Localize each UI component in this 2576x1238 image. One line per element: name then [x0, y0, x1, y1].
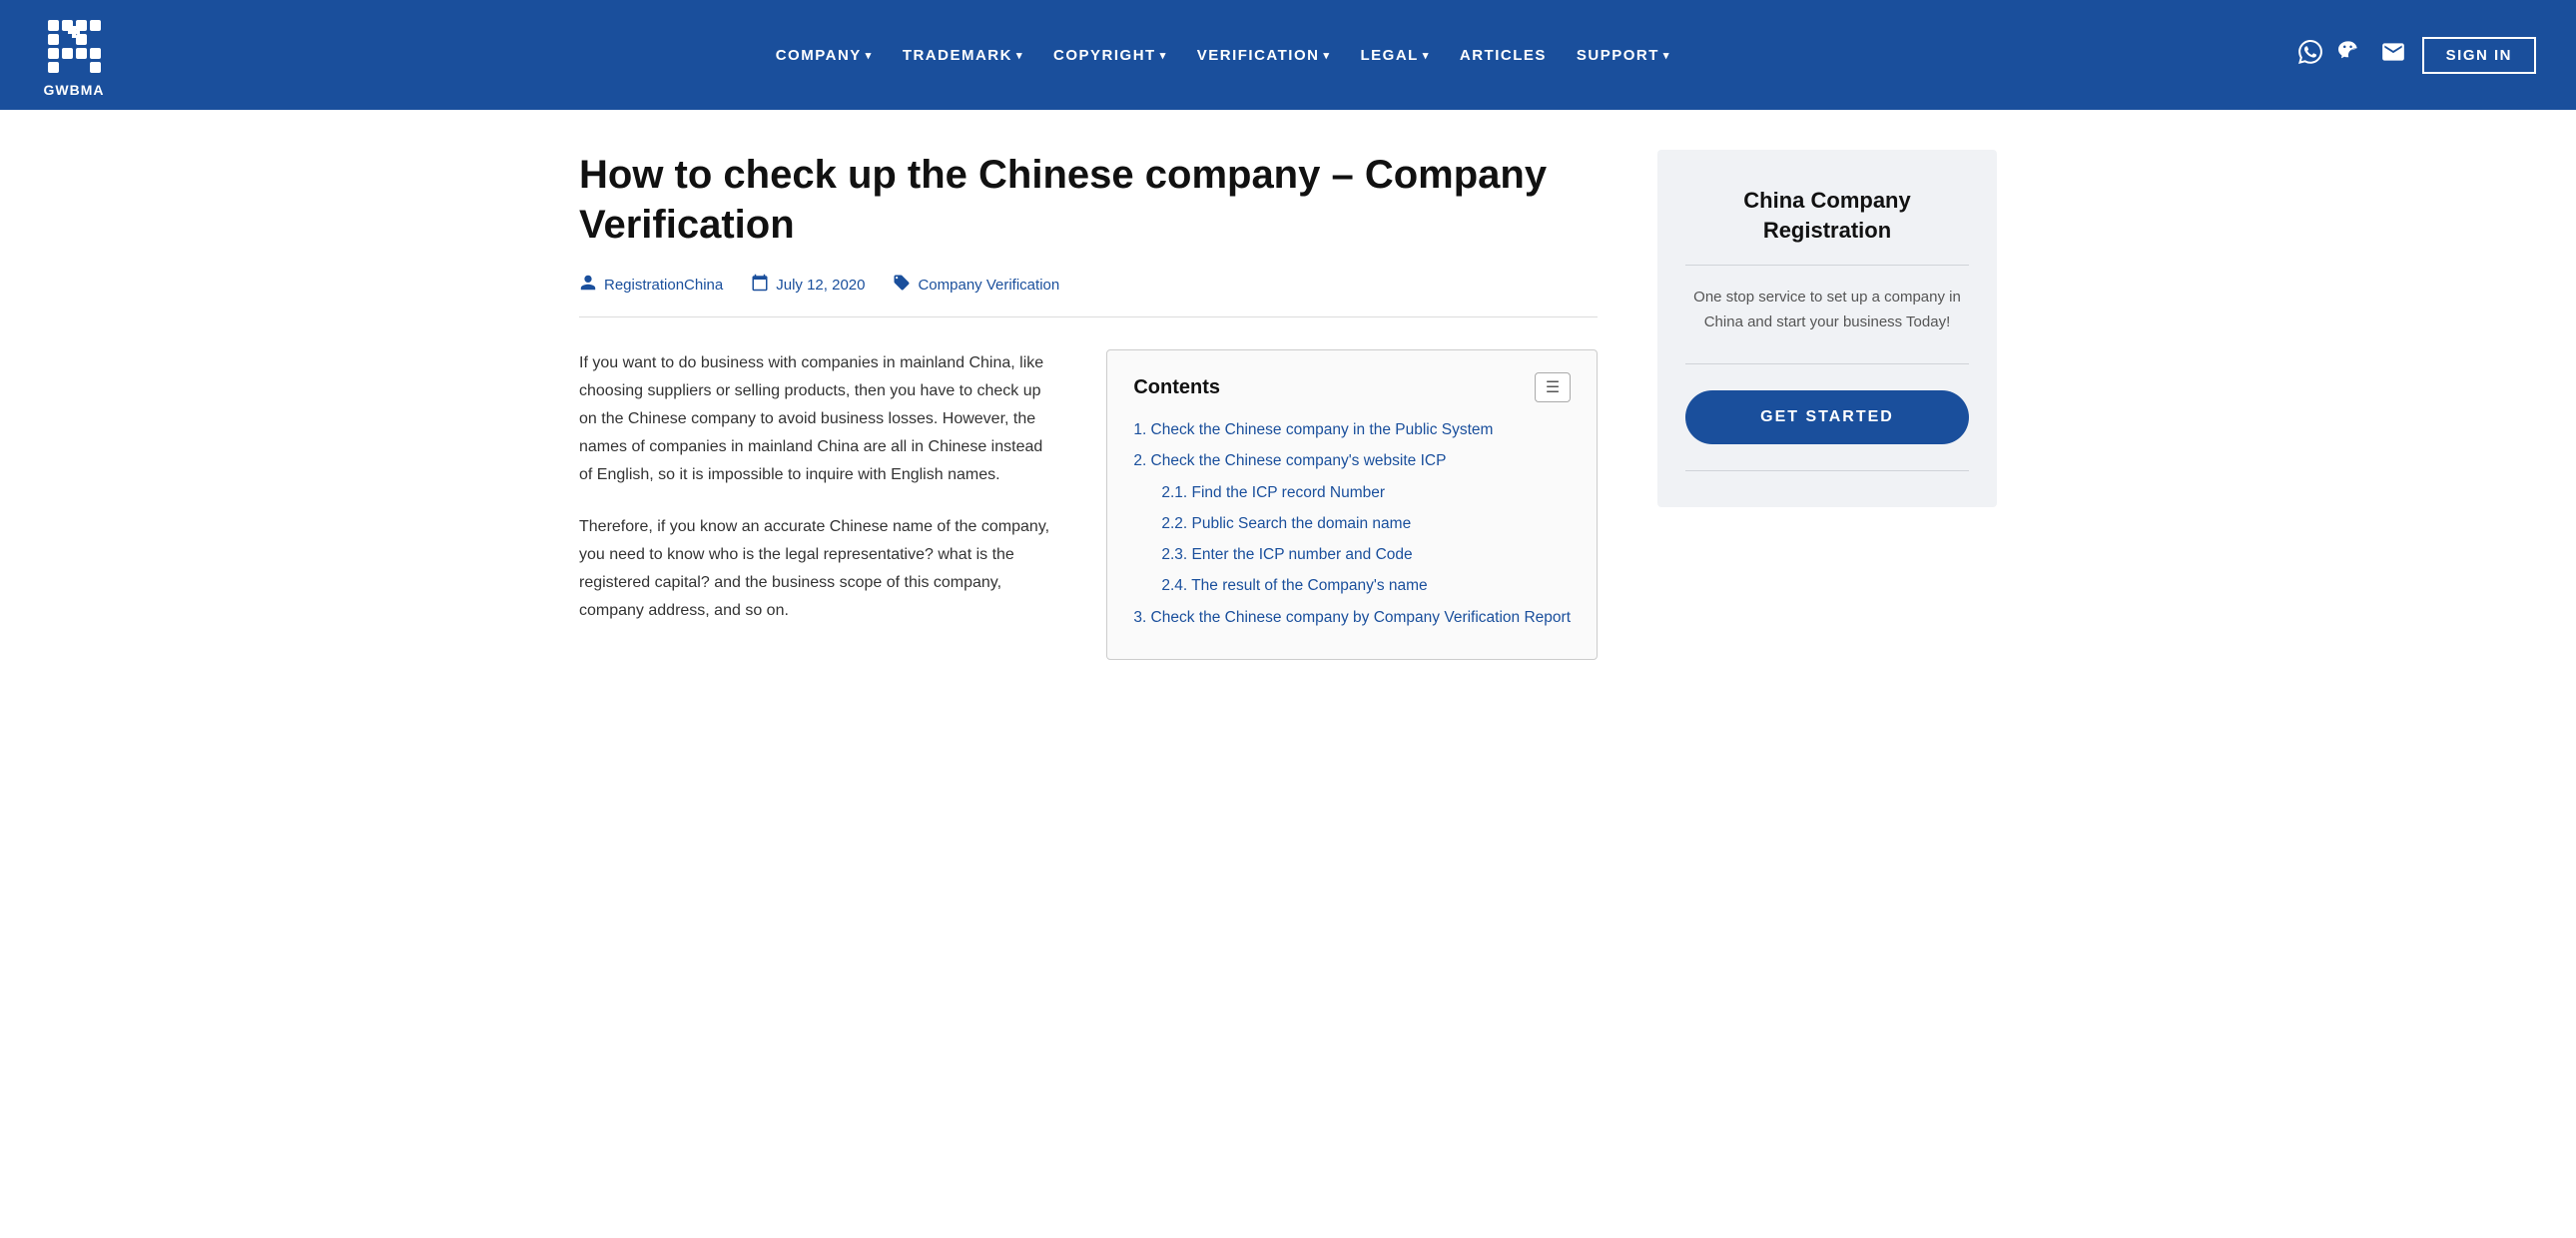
nav-company[interactable]: COMPANY ▾ [764, 39, 885, 72]
meta-date: July 12, 2020 [751, 274, 865, 297]
trademark-chevron-icon: ▾ [1016, 49, 1023, 62]
sidebar-divider-3 [1685, 470, 1969, 471]
article-paragraph-1: If you want to do business with companie… [579, 349, 1056, 489]
company-chevron-icon: ▾ [866, 49, 873, 62]
sidebar-divider-2 [1685, 363, 1969, 364]
toc-item-1: 1. Check the Chinese company in the Publ… [1133, 418, 1571, 441]
logo[interactable]: GWBMA [40, 12, 108, 98]
copyright-chevron-icon: ▾ [1160, 49, 1167, 62]
publish-date: July 12, 2020 [776, 277, 865, 294]
site-header: GWBMA COMPANY ▾ TRADEMARK ▾ COPYRIGHT ▾ … [0, 0, 2576, 110]
toc-item-2: 2. Check the Chinese company's website I… [1133, 449, 1571, 472]
toc-link-2-1[interactable]: 2.1. Find the ICP record Number [1161, 484, 1385, 501]
toc-link-2-4[interactable]: 2.4. The result of the Company's name [1161, 577, 1427, 594]
nav-copyright[interactable]: COPYRIGHT ▾ [1041, 39, 1179, 72]
nav-articles[interactable]: ARTICLES [1448, 39, 1559, 72]
author-name: RegistrationChina [604, 277, 723, 294]
toc-list: 1. Check the Chinese company in the Publ… [1133, 418, 1571, 629]
sidebar-divider [1685, 265, 1969, 266]
article-paragraph-2: Therefore, if you know an accurate Chine… [579, 513, 1056, 625]
email-icon[interactable] [2380, 39, 2406, 71]
nav-legal[interactable]: LEGAL ▾ [1349, 39, 1442, 72]
tag-icon [893, 274, 911, 297]
support-chevron-icon: ▾ [1663, 49, 1670, 62]
logo-text: GWBMA [44, 82, 105, 98]
nav-verification[interactable]: VERIFICATION ▾ [1185, 39, 1343, 72]
header-social-icons [2298, 39, 2406, 71]
article-text-column: If you want to do business with companie… [579, 349, 1056, 649]
page-container: How to check up the Chinese company – Co… [519, 110, 2057, 720]
table-of-contents: Contents ☰ 1. Check the Chinese company … [1106, 349, 1598, 660]
signin-button[interactable]: SIGN IN [2422, 37, 2536, 74]
nav-trademark[interactable]: TRADEMARK ▾ [891, 39, 1035, 72]
toc-title: Contents [1133, 376, 1220, 399]
category-name: Company Verification [918, 277, 1059, 294]
toc-item-2-1: 2.1. Find the ICP record Number [1133, 481, 1571, 504]
meta-category[interactable]: Company Verification [893, 274, 1059, 297]
sidebar: China Company Registration One stop serv… [1657, 150, 1997, 507]
get-started-button[interactable]: GET STARTED [1685, 390, 1969, 444]
toc-link-2-3[interactable]: 2.3. Enter the ICP number and Code [1161, 546, 1412, 563]
sidebar-card-title: China Company Registration [1685, 186, 1969, 245]
calendar-icon [751, 274, 769, 297]
article-body: If you want to do business with companie… [579, 349, 1598, 660]
wechat-icon[interactable] [2338, 39, 2364, 71]
whatsapp-icon[interactable] [2298, 40, 2322, 70]
nav-support[interactable]: SUPPORT ▾ [1565, 39, 1682, 72]
toc-link-1[interactable]: 1. Check the Chinese company in the Publ… [1133, 421, 1493, 438]
toc-toggle-icon: ☰ [1546, 377, 1560, 397]
sidebar-card: China Company Registration One stop serv… [1657, 150, 1997, 507]
author-icon [579, 274, 597, 297]
article-area: How to check up the Chinese company – Co… [579, 150, 1598, 660]
article-meta: RegistrationChina July 12, 2020 Company … [579, 274, 1598, 317]
meta-author[interactable]: RegistrationChina [579, 274, 723, 297]
toc-item-2-2: 2.2. Public Search the domain name [1133, 512, 1571, 535]
toc-item-2-4: 2.4. The result of the Company's name [1133, 574, 1571, 597]
toc-link-2-2[interactable]: 2.2. Public Search the domain name [1161, 515, 1411, 532]
verification-chevron-icon: ▾ [1323, 49, 1330, 62]
article-title: How to check up the Chinese company – Co… [579, 150, 1598, 250]
main-nav: COMPANY ▾ TRADEMARK ▾ COPYRIGHT ▾ VERIFI… [148, 39, 2298, 72]
toc-item-2-3: 2.3. Enter the ICP number and Code [1133, 543, 1571, 566]
toc-header: Contents ☰ [1133, 372, 1571, 402]
toc-link-3[interactable]: 3. Check the Chinese company by Company … [1133, 609, 1571, 626]
legal-chevron-icon: ▾ [1423, 49, 1430, 62]
sidebar-card-description: One stop service to set up a company in … [1685, 286, 1969, 335]
toc-toggle-button[interactable]: ☰ [1535, 372, 1571, 402]
toc-link-2[interactable]: 2. Check the Chinese company's website I… [1133, 452, 1446, 469]
toc-item-3: 3. Check the Chinese company by Company … [1133, 606, 1571, 629]
